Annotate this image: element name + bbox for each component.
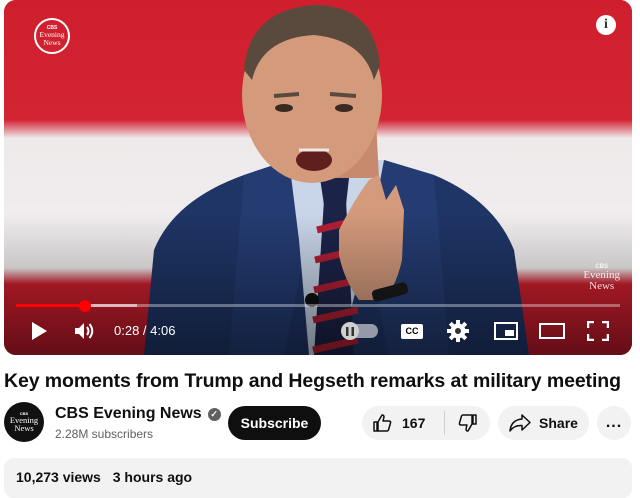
video-title: Key moments from Trump and Hegseth remar… bbox=[4, 370, 621, 392]
settings-button[interactable] bbox=[442, 315, 474, 347]
volume-icon bbox=[75, 323, 94, 339]
captions-icon: CC bbox=[401, 323, 423, 339]
time-display: 0:28 / 4:06 bbox=[114, 323, 176, 338]
player-controls: 0:28 / 4:06 CC bbox=[4, 313, 632, 349]
fullscreen-icon bbox=[587, 321, 609, 341]
info-icon[interactable]: i bbox=[596, 15, 616, 35]
miniplayer-icon bbox=[494, 322, 518, 340]
channel-avatar[interactable]: CBS Evening News bbox=[4, 402, 44, 442]
volume-button[interactable] bbox=[68, 315, 100, 347]
more-actions-button[interactable]: ... bbox=[597, 406, 631, 440]
fullscreen-button[interactable] bbox=[582, 315, 614, 347]
channel-bug-logo: CBS Evening News bbox=[34, 18, 70, 54]
play-button[interactable] bbox=[24, 315, 54, 347]
autoplay-toggle[interactable] bbox=[341, 322, 378, 340]
thumbs-up-icon bbox=[373, 414, 392, 432]
theater-mode-icon bbox=[539, 323, 565, 339]
thumbs-down-icon bbox=[458, 414, 477, 432]
progress-played bbox=[16, 304, 85, 307]
like-button[interactable]: 167 bbox=[362, 406, 444, 440]
subscriber-count: 2.28M subscribers bbox=[55, 427, 154, 441]
subscribe-button[interactable]: Subscribe bbox=[228, 406, 321, 440]
share-label: Share bbox=[539, 415, 578, 431]
channel-name-row: CBS Evening News ✓ bbox=[55, 405, 221, 423]
avatar-line: News bbox=[14, 423, 34, 433]
channel-name[interactable]: CBS Evening News bbox=[55, 405, 202, 423]
channel-bug-line: News bbox=[43, 37, 61, 47]
pause-icon bbox=[341, 322, 359, 340]
watermark-logo: CBS Evening News bbox=[583, 264, 620, 292]
video-player[interactable]: CBS Evening News i CBS Evening News 0:28… bbox=[4, 0, 632, 355]
share-icon bbox=[509, 414, 531, 432]
description-box[interactable]: 10,273 views 3 hours ago bbox=[4, 458, 632, 498]
share-button[interactable]: Share bbox=[498, 406, 589, 440]
verified-check-icon: ✓ bbox=[207, 407, 221, 421]
scrubber-handle[interactable] bbox=[78, 300, 91, 312]
view-count: 10,273 views bbox=[16, 469, 101, 485]
theater-mode-button[interactable] bbox=[534, 315, 570, 347]
miniplayer-button[interactable] bbox=[488, 315, 524, 347]
progress-bar[interactable] bbox=[16, 300, 620, 312]
description-meta: 10,273 views 3 hours ago bbox=[16, 469, 192, 485]
like-count: 167 bbox=[402, 415, 426, 431]
captions-button[interactable]: CC bbox=[396, 315, 428, 347]
play-icon bbox=[32, 322, 47, 340]
gear-icon bbox=[447, 320, 469, 342]
watermark-line: News bbox=[589, 280, 615, 292]
upload-age: 3 hours ago bbox=[112, 469, 193, 485]
more-horizontal-icon: ... bbox=[605, 414, 623, 431]
dislike-button[interactable] bbox=[445, 406, 490, 440]
like-dislike-group: 167 bbox=[362, 406, 490, 440]
